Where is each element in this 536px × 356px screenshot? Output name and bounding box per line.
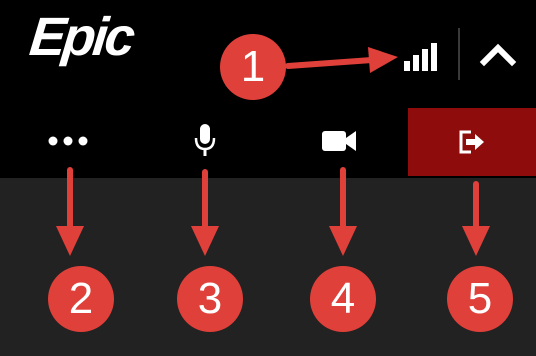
microphone-button[interactable] (155, 110, 255, 172)
annotation-badge-3: 3 (177, 266, 243, 332)
annotation-badge-5: 5 (447, 266, 513, 332)
annotation-badge-2: 2 (48, 266, 114, 332)
annotation-badge-4: 4 (310, 266, 376, 332)
leave-call-button[interactable] (408, 108, 536, 176)
more-options-button[interactable] (18, 110, 118, 172)
toolbar-divider (458, 28, 460, 80)
microphone-icon (194, 124, 216, 156)
signal-strength-icon (404, 43, 437, 71)
video-call-frame: Epic 1 2 3 4 5 (0, 0, 536, 356)
ellipsis-icon (48, 136, 88, 146)
annotation-badge-1: 1 (220, 34, 286, 100)
video-camera-icon (322, 131, 356, 151)
epic-logo: Epic (26, 7, 136, 67)
video-button[interactable] (290, 110, 390, 172)
chevron-up-icon[interactable] (478, 38, 518, 68)
exit-icon (459, 130, 484, 154)
